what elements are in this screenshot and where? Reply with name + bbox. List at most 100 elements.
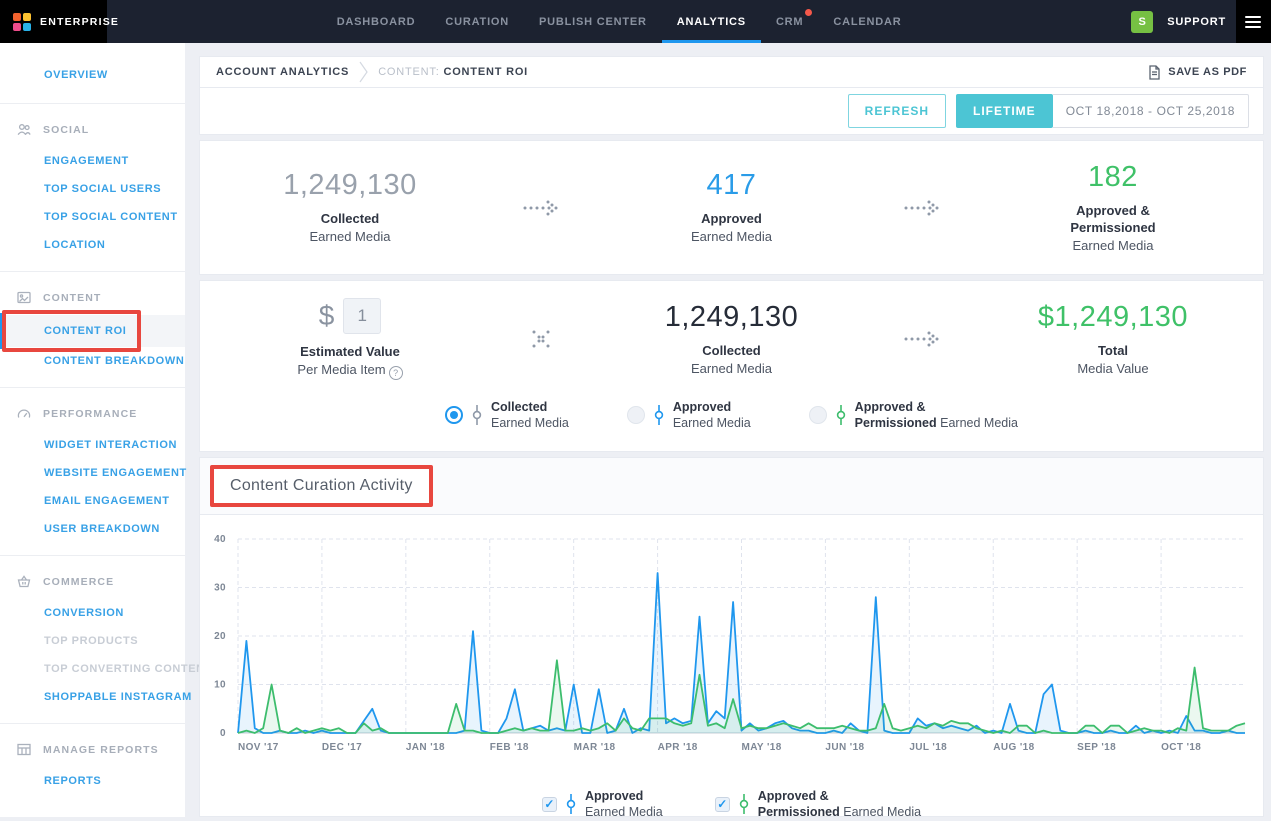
nav-right: S SUPPORT: [1131, 0, 1226, 43]
brand-name: ENTERPRISE: [40, 16, 119, 28]
roi-panel: $ Estimated Value Per Media Item 1,249,1…: [199, 280, 1264, 452]
sidebar-item-widget-interaction[interactable]: WIDGET INTERACTION: [0, 431, 185, 459]
svg-text:MAY '18: MAY '18: [742, 742, 782, 753]
sidebar-item-email-engagement[interactable]: EMAIL ENGAGEMENT: [0, 487, 185, 515]
legend-approved-permissioned: Approved &Permissioned Earned Media: [715, 788, 921, 821]
svg-text:FEB '18: FEB '18: [490, 742, 529, 753]
chart-body: 010203040NOV '17DEC '17JAN '18FEB '18MAR…: [200, 515, 1263, 821]
nav-item-publish-center[interactable]: PUBLISH CENTER: [524, 0, 662, 43]
content-icon: [16, 290, 32, 305]
notification-dot: [805, 9, 812, 16]
chart-header: Content Curation Activity: [200, 458, 1263, 515]
collected-total-group: 1,249,130 Collected Earned Media: [592, 301, 872, 377]
commit-node-icon: [654, 404, 664, 426]
avatar[interactable]: S: [1131, 11, 1153, 33]
sidebar-section-manage-reports: MANAGE REPORTS: [0, 730, 185, 767]
support-link[interactable]: SUPPORT: [1167, 16, 1226, 28]
svg-text:DEC '17: DEC '17: [322, 742, 362, 753]
refresh-button[interactable]: REFRESH: [848, 94, 946, 128]
nav-item-crm[interactable]: CRM: [761, 0, 818, 43]
chevron-right-icon: [359, 61, 368, 83]
sidebar-item-reports[interactable]: REPORTS: [0, 767, 185, 795]
estimated-value-input[interactable]: [343, 298, 381, 334]
brand: ENTERPRISE: [0, 0, 107, 43]
curation-activity-chart: 010203040NOV '17DEC '17JAN '18FEB '18MAR…: [200, 521, 1263, 771]
stat-approved: 417 Approved Earned Media: [592, 169, 872, 245]
nav-item-calendar[interactable]: CALENDAR: [818, 0, 916, 43]
stat-collected: 1,249,130 Collected Earned Media: [210, 169, 490, 245]
sidebar-section-commerce: COMMERCE: [0, 562, 185, 599]
sidebar-item-engagement[interactable]: ENGAGEMENT: [0, 147, 185, 175]
estimated-value-group: $ Estimated Value Per Media Item: [210, 298, 490, 380]
radio-collected[interactable]: CollectedEarned Media: [445, 399, 569, 432]
document-icon: [1148, 65, 1161, 80]
stat-value: 417: [592, 169, 872, 202]
section-title: MANAGE REPORTS: [43, 744, 159, 756]
stat-value: 182: [973, 161, 1253, 194]
svg-text:JUL '18: JUL '18: [909, 742, 947, 753]
funnel-stats-panel: 1,249,130 Collected Earned Media 417 App…: [199, 140, 1264, 275]
radio-approved-permissioned[interactable]: Approved &Permissioned Earned Media: [809, 399, 1018, 432]
nav-item-analytics[interactable]: ANALYTICS: [662, 0, 761, 43]
lifetime-button[interactable]: LIFETIME: [956, 94, 1053, 128]
nav-item-dashboard[interactable]: DASHBOARD: [322, 0, 431, 43]
enterprise-logo-icon: [13, 13, 31, 31]
sidebar-item-top-social-users[interactable]: TOP SOCIAL USERS: [0, 175, 185, 203]
nav-links: DASHBOARD CURATION PUBLISH CENTER ANALYT…: [322, 0, 917, 43]
radio-approved[interactable]: ApprovedEarned Media: [627, 399, 751, 432]
sidebar-item-top-converting-content[interactable]: TOP CONVERTING CONTENT: [0, 655, 185, 683]
sidebar-item-content-breakdown[interactable]: CONTENT BREAKDOWN: [0, 347, 185, 375]
chart-title: Content Curation Activity: [210, 465, 433, 507]
checkbox-checked-icon[interactable]: [715, 797, 730, 812]
dotted-arrow-icon: [872, 198, 974, 218]
stat-value: 1,249,130: [210, 169, 490, 202]
radio-unselected-icon[interactable]: [627, 406, 645, 424]
top-nav: ENTERPRISE DASHBOARD CURATION PUBLISH CE…: [0, 0, 1271, 43]
chart-legend: ApprovedEarned Media Approved &Permissio…: [200, 788, 1263, 821]
commerce-icon: [16, 574, 32, 589]
sidebar: OVERVIEW SOCIAL ENGAGEMENT TOP SOCIAL US…: [0, 43, 185, 817]
help-icon[interactable]: [389, 366, 403, 380]
commit-node-icon: [836, 404, 846, 426]
svg-text:APR '18: APR '18: [658, 742, 698, 753]
nav-item-curation[interactable]: CURATION: [430, 0, 524, 43]
svg-text:10: 10: [214, 680, 226, 691]
toolbar: REFRESH LIFETIME OCT 18,2018 - OCT 25,20…: [199, 88, 1264, 135]
svg-text:30: 30: [214, 583, 226, 594]
radio-unselected-icon[interactable]: [809, 406, 827, 424]
social-icon: [16, 122, 32, 137]
section-title: SOCIAL: [43, 124, 89, 136]
sidebar-item-top-products[interactable]: TOP PRODUCTS: [0, 627, 185, 655]
sidebar-item-top-social-content[interactable]: TOP SOCIAL CONTENT: [0, 203, 185, 231]
commit-node-icon: [739, 793, 749, 815]
dotted-multiply-icon: [490, 328, 592, 350]
sidebar-item-shoppable-instagram[interactable]: SHOPPABLE INSTAGRAM: [0, 683, 185, 711]
sidebar-item-location[interactable]: LOCATION: [0, 231, 185, 259]
radio-selected-icon[interactable]: [445, 406, 463, 424]
hamburger-menu-icon[interactable]: [1236, 0, 1271, 43]
svg-text:40: 40: [214, 534, 226, 545]
breadcrumb-root[interactable]: ACCOUNT ANALYTICS: [216, 66, 349, 78]
checkbox-checked-icon[interactable]: [542, 797, 557, 812]
date-range-picker[interactable]: OCT 18,2018 - OCT 25,2018: [1053, 94, 1249, 128]
dotted-arrow-icon: [490, 198, 592, 218]
sidebar-section-content: CONTENT: [0, 278, 185, 315]
svg-text:0: 0: [220, 728, 226, 739]
sidebar-section-social: SOCIAL: [0, 110, 185, 147]
section-title: CONTENT: [43, 292, 101, 304]
sidebar-item-content-roi[interactable]: CONTENT ROI: [0, 315, 185, 347]
curation-activity-panel: Content Curation Activity 010203040NOV '…: [199, 457, 1264, 817]
section-title: PERFORMANCE: [43, 408, 137, 420]
sidebar-item-overview[interactable]: OVERVIEW: [0, 61, 185, 89]
sidebar-item-conversion[interactable]: CONVERSION: [0, 599, 185, 627]
save-as-pdf-button[interactable]: SAVE AS PDF: [1148, 65, 1247, 80]
svg-text:SEP '18: SEP '18: [1077, 742, 1116, 753]
sidebar-section-performance: PERFORMANCE: [0, 394, 185, 431]
series-radio-group: CollectedEarned Media ApprovedEarned Med…: [200, 397, 1263, 432]
svg-text:JUN '18: JUN '18: [825, 742, 864, 753]
sidebar-item-user-breakdown[interactable]: USER BREAKDOWN: [0, 515, 185, 543]
total-media-value-group: $1,249,130 Total Media Value: [973, 301, 1253, 377]
performance-icon: [16, 406, 32, 421]
sidebar-item-website-engagement[interactable]: WEBSITE ENGAGEMENT: [0, 459, 185, 487]
breadcrumb-current: CONTENT: CONTENT ROI: [378, 66, 528, 78]
